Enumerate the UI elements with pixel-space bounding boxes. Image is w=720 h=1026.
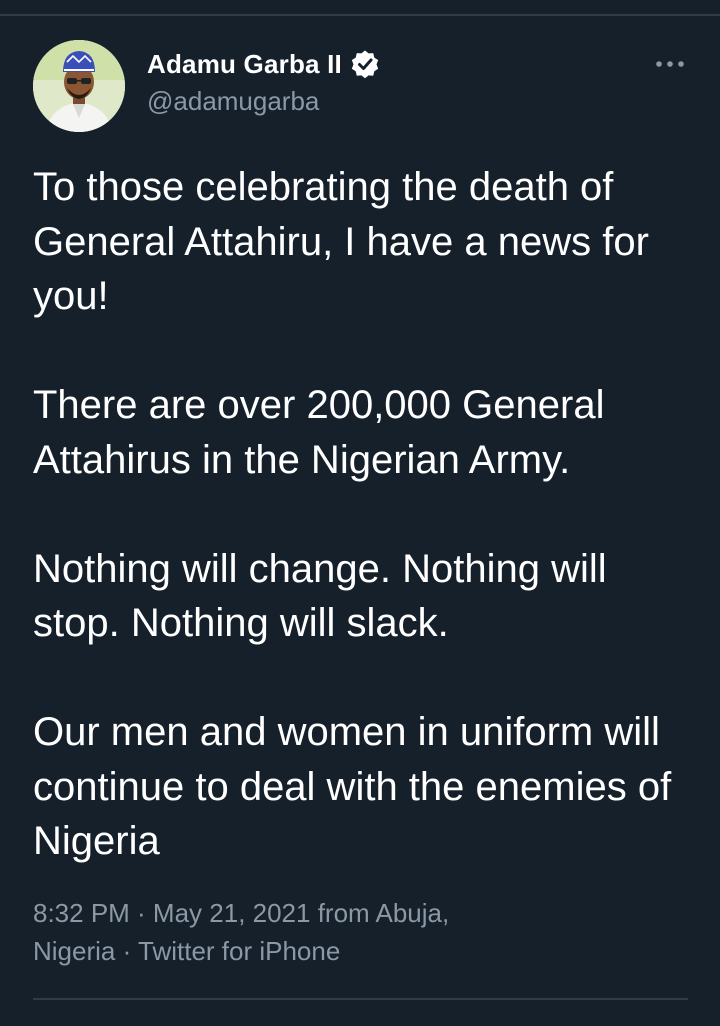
- tweet-paragraph: Our men and women in uniform will contin…: [33, 710, 672, 863]
- verified-badge-icon: [350, 49, 380, 79]
- author-name-row: Adamu Garba II: [147, 46, 380, 82]
- author-display-name[interactable]: Adamu Garba II: [147, 49, 342, 80]
- top-divider: [0, 14, 720, 16]
- tweet-paragraph: To those celebrating the death of Genera…: [33, 165, 649, 318]
- ellipsis-icon: [656, 61, 684, 67]
- tweet-paragraph: There are over 200,000 General Attahirus…: [33, 383, 605, 482]
- user-avatar-icon: [33, 40, 125, 132]
- bottom-divider: [33, 998, 688, 1000]
- tweet-metadata: 8:32 PM · May 21, 2021 from Abuja, Niger…: [33, 894, 693, 970]
- tweet-text: To those celebrating the death of Genera…: [33, 160, 703, 869]
- more-options-button[interactable]: [650, 52, 690, 76]
- tweet-timestamp-location[interactable]: 8:32 PM · May 21, 2021 from Abuja,: [33, 894, 693, 932]
- tweet-source[interactable]: Nigeria · Twitter for iPhone: [33, 932, 693, 970]
- avatar[interactable]: [33, 40, 125, 132]
- tweet-paragraph: Nothing will change. Nothing will stop. …: [33, 546, 607, 646]
- author-handle[interactable]: @adamugarba: [147, 86, 319, 117]
